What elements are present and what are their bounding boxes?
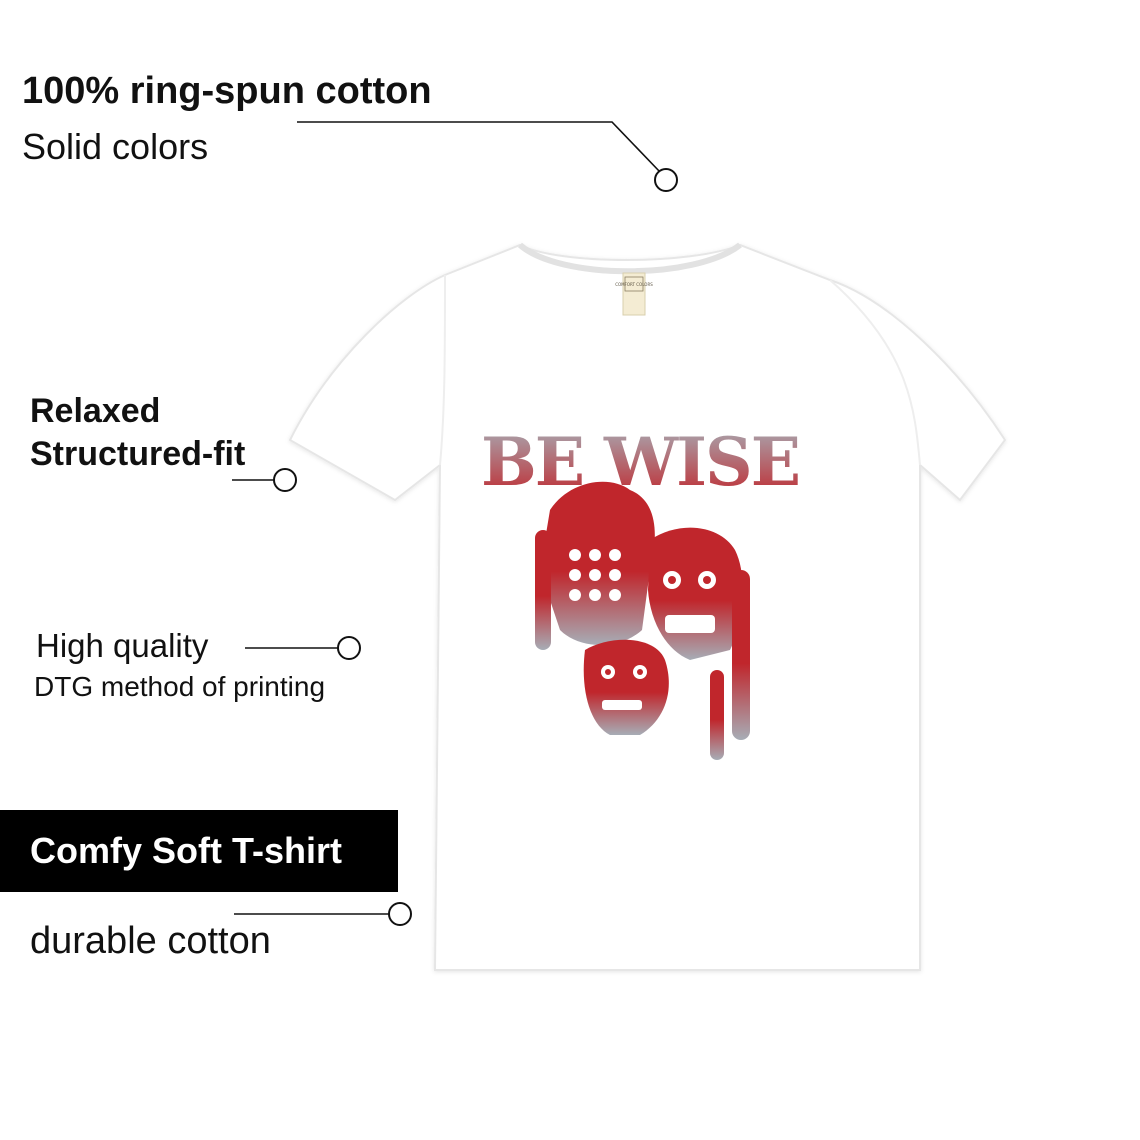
tag-label: COMFORT COLORS: [615, 282, 653, 287]
product-infographic: COMFORT COLORS BE WISE 100% ring-spun co…: [0, 0, 1140, 1140]
graphic-title: BE WISE: [481, 423, 799, 501]
cotton-callout-line: [297, 121, 661, 173]
comfy-soft-badge: Comfy Soft T-shirt: [0, 810, 398, 892]
cotton-title: 100% ring-spun cotton: [22, 70, 432, 112]
cotton-callout-dot: [654, 168, 678, 192]
quality-title: High quality: [36, 627, 209, 664]
cotton-subtitle: Solid colors: [22, 126, 209, 167]
quality-subtitle: DTG method of printing: [34, 671, 326, 702]
durable-label: durable cotton: [30, 920, 271, 962]
fit-title: Relaxed: [30, 392, 161, 430]
fit-subtitle: Structured-fit: [30, 435, 246, 473]
